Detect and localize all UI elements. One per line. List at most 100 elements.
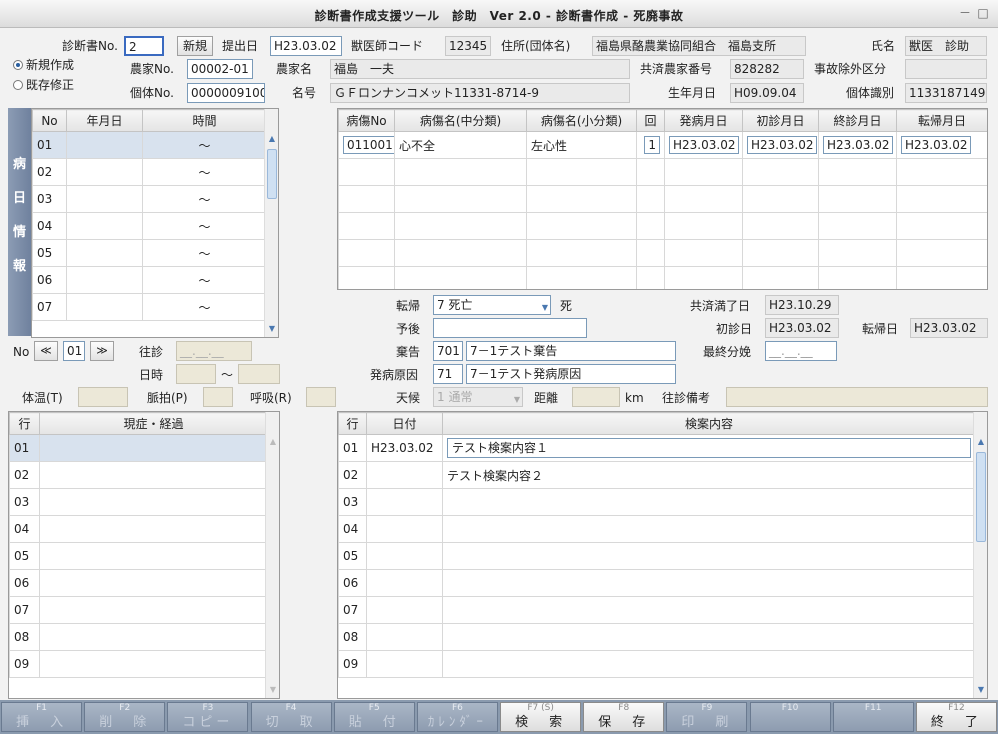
table-row[interactable]	[338, 158, 987, 186]
progress-cell[interactable]	[39, 650, 268, 678]
scroll-thumb[interactable]	[976, 452, 986, 542]
disease-onset-cell[interactable]	[664, 158, 743, 186]
exam-date-cell[interactable]	[366, 488, 443, 516]
exam-content-cell[interactable]: テスト検案内容２	[442, 461, 976, 489]
fkey-8-button[interactable]: F8 保 存	[583, 702, 665, 732]
disease-no-cell[interactable]	[338, 158, 395, 186]
disease-outcome-cell[interactable]	[896, 239, 987, 267]
scroll-up-icon[interactable]: ▲	[267, 436, 279, 448]
disease-last-cell[interactable]	[818, 266, 897, 289]
indiv-no-field[interactable]: 0000009100	[187, 83, 265, 103]
disease-first-box[interactable]: H23.03.02	[747, 136, 818, 154]
table-row[interactable]: 011001 心不全 左心性 1 H23.03.02 H23.03.02 H23.03.02…	[338, 131, 987, 159]
table-row[interactable]: 08	[9, 623, 268, 651]
disease-onset-cell[interactable]	[664, 266, 743, 289]
fkey-10-button[interactable]: F10	[749, 702, 831, 732]
disease-mid-cell[interactable]	[394, 158, 527, 186]
last-birth-field[interactable]: __.__.__	[765, 341, 837, 361]
date-cell[interactable]	[66, 185, 143, 213]
table-row[interactable]	[338, 266, 987, 289]
date-cell[interactable]	[66, 293, 143, 321]
table-row[interactable]: 03	[9, 488, 268, 516]
fkey-12-button[interactable]: F12 終 了	[915, 702, 997, 732]
table-row[interactable]: 08	[338, 623, 976, 651]
disease-last-cell[interactable]	[818, 212, 897, 240]
exam-content-cell[interactable]	[442, 650, 976, 678]
date-cell[interactable]	[66, 239, 143, 267]
disease-small-cell[interactable]	[526, 158, 637, 186]
disease-count-cell[interactable]	[636, 158, 665, 186]
exam-content-cell[interactable]	[442, 488, 976, 516]
ojin-note-field[interactable]	[726, 387, 988, 407]
submit-date-field[interactable]: H23.03.02	[270, 36, 342, 56]
disease-onset-cell[interactable]	[664, 185, 743, 213]
time-cell[interactable]: ～	[142, 212, 267, 240]
zaikoku-text-field[interactable]: 7－1テスト棄告	[466, 341, 676, 361]
maximize-button[interactable]: □	[976, 6, 990, 20]
table-row[interactable]: 03 ～	[32, 185, 267, 213]
disease-mid-cell[interactable]: 心不全	[394, 131, 527, 159]
scroll-up-icon[interactable]: ▲	[266, 133, 278, 145]
table-row[interactable]	[338, 185, 987, 213]
exam-date-cell[interactable]: H23.03.02	[366, 434, 443, 462]
scroll-thumb[interactable]	[267, 149, 277, 199]
date-cell[interactable]	[66, 158, 143, 186]
progress-cell[interactable]	[39, 461, 268, 489]
disease-count-cell[interactable]	[636, 212, 665, 240]
disease-outcome-cell[interactable]: H23.03.02	[896, 131, 987, 159]
fkey-2-button[interactable]: F2 削 除	[84, 702, 166, 732]
table-row[interactable]: 06 ～	[32, 266, 267, 294]
progress-cell[interactable]	[39, 596, 268, 624]
disease-first-cell[interactable]	[742, 158, 819, 186]
disease-onset-cell[interactable]: H23.03.02	[664, 131, 743, 159]
weather-select[interactable]: 1 通常 ▼	[433, 387, 523, 407]
disease-count-cell[interactable]	[636, 239, 665, 267]
prev-button[interactable]: ≪	[34, 341, 58, 361]
table-row[interactable]: 07	[338, 596, 976, 624]
exam-content-cell[interactable]	[442, 542, 976, 570]
next-button[interactable]: ≫	[90, 341, 114, 361]
disease-last-cell[interactable]: H23.03.02	[818, 131, 897, 159]
progress-cell[interactable]	[39, 488, 268, 516]
time-to-field[interactable]	[238, 364, 280, 384]
disease-first-cell[interactable]	[742, 212, 819, 240]
disease-onset-cell[interactable]	[664, 212, 743, 240]
radio-edit[interactable]: 既存修正	[13, 76, 74, 94]
time-cell[interactable]: ～	[142, 158, 267, 186]
scroll-down-icon[interactable]: ▼	[266, 323, 278, 335]
table-row[interactable]: 04	[9, 515, 268, 543]
fkey-3-button[interactable]: F3 コピー	[167, 702, 249, 732]
progress-scrollbar[interactable]: ▲ ▼	[265, 412, 279, 698]
minimize-button[interactable]: －	[958, 6, 972, 20]
table-row[interactable]: 02 ～	[32, 158, 267, 186]
exam-date-cell[interactable]	[366, 596, 443, 624]
exam-date-cell[interactable]	[366, 650, 443, 678]
progress-cell[interactable]	[39, 515, 268, 543]
disease-mid-cell[interactable]	[394, 239, 527, 267]
table-row[interactable]: 01	[9, 434, 268, 462]
farm-no-field[interactable]: 00002-01	[187, 59, 253, 79]
disease-mid-cell[interactable]	[394, 185, 527, 213]
disease-first-cell[interactable]	[742, 239, 819, 267]
progress-cell[interactable]	[39, 434, 268, 462]
disease-first-cell[interactable]	[742, 185, 819, 213]
disease-no-cell[interactable]	[338, 266, 395, 289]
table-row[interactable]: 05 ～	[32, 239, 267, 267]
fkey-6-button[interactable]: F6 ｶﾚﾝﾀﾞｰ	[416, 702, 498, 732]
ojin-date-field[interactable]: __.__.__	[176, 341, 252, 361]
disease-small-cell[interactable]	[526, 266, 637, 289]
disease-onset-box[interactable]: H23.03.02	[669, 136, 740, 154]
tenki-select[interactable]: 7 死亡 ▼	[433, 295, 551, 315]
yogo-field[interactable]	[433, 318, 587, 338]
disease-outcome-cell[interactable]	[896, 266, 987, 289]
fkey-11-button[interactable]: F11	[832, 702, 914, 732]
time-cell[interactable]: ～	[142, 185, 267, 213]
exam-date-cell[interactable]	[366, 542, 443, 570]
table-row[interactable]	[338, 239, 987, 267]
scroll-down-icon[interactable]: ▼	[267, 684, 279, 696]
exam-content-cell[interactable]	[442, 515, 976, 543]
fkey-7-button[interactable]: F7 (S) 検 索	[500, 702, 582, 732]
disease-no-box[interactable]: 011001	[343, 136, 394, 154]
table-row[interactable]: 03	[338, 488, 976, 516]
table-row[interactable]: 06	[338, 569, 976, 597]
